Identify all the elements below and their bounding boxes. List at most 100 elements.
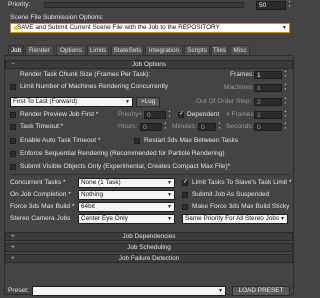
visible-objects-label: Submit Visible Objects Only (Experimenta… — [20, 163, 231, 170]
chevron-down-icon: ▼ — [125, 99, 130, 105]
minutes-label: Minutes: — [172, 123, 197, 130]
render-preview-label: Render Preview Job First * — [20, 111, 99, 118]
tab-limits[interactable]: Limits — [87, 45, 109, 55]
submission-label: Scene File Submission Options: — [10, 14, 104, 21]
load-preset-button[interactable]: LOAD PRESET — [232, 286, 290, 296]
force-build-value: 64bit — [81, 203, 95, 210]
chevron-down-icon: ▼ — [167, 204, 172, 210]
completion-dropdown[interactable]: Nothing ▼ — [78, 190, 175, 200]
job-scheduling-header[interactable]: + Job Scheduling — [5, 243, 293, 252]
task-timeout-checkbox[interactable] — [10, 124, 16, 130]
stereo-label: Stereo Camera Jobs — [10, 215, 71, 222]
frames-field[interactable]: 1 — [254, 71, 282, 79]
limit-slave-checkbox[interactable] — [182, 178, 188, 186]
tab-tiles[interactable]: Tiles — [211, 45, 228, 55]
limit-machines-label: Limit Number of Machines Rendering Concu… — [20, 83, 169, 90]
concurrent-label: Concurrent Tasks * — [10, 179, 66, 186]
priority-label: Priority: — [8, 1, 31, 8]
visible-objects-checkbox[interactable] — [10, 164, 16, 170]
chevron-down-icon: ▼ — [167, 216, 172, 222]
priority-plus-field[interactable]: 0 — [144, 111, 166, 119]
job-dependencies-header[interactable]: + Job Dependencies — [5, 232, 293, 241]
completion-label: On Job Completion * — [10, 191, 71, 198]
sequential-checkbox[interactable] — [10, 151, 16, 157]
chevron-down-icon: ▼ — [218, 288, 223, 294]
frames-pct-label: # Frames: — [226, 111, 256, 118]
frames-pct-field[interactable]: 1 — [254, 111, 282, 119]
out-of-order-label: Out Of Order Step: — [196, 98, 252, 105]
job-failure-detection-title: Job Failure Detection — [118, 255, 180, 262]
submission-dropdown[interactable]: SAVE and Submit Current Scene File with … — [10, 23, 290, 33]
seconds-field[interactable]: 0 — [254, 123, 282, 131]
expand-icon: + — [11, 255, 15, 262]
job-options-header[interactable]: − Job Options — [5, 60, 293, 69]
seconds-label: Seconds: — [226, 123, 254, 130]
tab-scripts[interactable]: Scripts — [184, 45, 210, 55]
chevron-down-icon: ▼ — [282, 25, 287, 31]
job-dependencies-title: Job Dependencies — [122, 233, 176, 240]
task-order-dropdown[interactable]: First To Last (Forward) ▼ — [10, 97, 133, 107]
restart-label: Restart 3ds Max Between Tasks — [144, 137, 239, 144]
task-order-value: First To Last (Forward) — [13, 98, 78, 105]
force-build-label: Force 3ds Max Build * — [10, 203, 75, 210]
dependent-checkbox[interactable] — [178, 110, 184, 118]
same-priority-dropdown[interactable]: Same Priority For All Stereo Jobs ▼ — [182, 214, 288, 224]
limit-machines-checkbox[interactable] — [10, 84, 16, 90]
job-scheduling-title: Job Scheduling — [127, 244, 171, 251]
tab-job[interactable]: Job — [8, 45, 24, 55]
suspended-checkbox[interactable] — [182, 192, 188, 198]
out-of-order-field[interactable]: 2 — [254, 98, 282, 106]
dependent-label: Dependent — [187, 111, 220, 118]
limit-slave-label: Limit Tasks To Slave's Task Limit * — [192, 179, 292, 186]
tab-misc[interactable]: Misc — [230, 45, 250, 55]
minutes-spinner[interactable] — [218, 121, 222, 131]
frames-spinner[interactable] — [284, 69, 288, 79]
machines-spinner[interactable] — [284, 82, 288, 92]
chevron-down-icon: ▼ — [167, 180, 172, 186]
job-options-title: Job Options — [131, 61, 167, 68]
section-divider — [10, 174, 290, 175]
tab-integration[interactable]: Integration — [145, 45, 183, 55]
make-force-checkbox[interactable] — [182, 204, 188, 210]
tab-statesets[interactable]: StateSets — [111, 45, 144, 55]
seconds-spinner[interactable] — [284, 121, 288, 131]
submission-color-indicator — [14, 26, 18, 30]
minutes-field[interactable]: 0 — [198, 123, 216, 131]
suspended-label: Submit Job As Suspended — [192, 191, 270, 198]
expand-icon: + — [11, 244, 15, 251]
machines-field[interactable]: 1 — [254, 84, 282, 92]
out-of-order-spinner[interactable] — [284, 96, 288, 106]
concurrent-value: None (1 Task) — [81, 179, 121, 186]
frames-label: Frames: — [230, 71, 255, 78]
log-button[interactable]: >Log — [136, 97, 160, 107]
auto-timeout-checkbox[interactable] — [10, 138, 16, 144]
stereo-dropdown[interactable]: Center Eye Only ▼ — [78, 214, 175, 224]
render-chunk-label: Render Task Chunk Size (Frames Per Task)… — [20, 71, 151, 78]
expand-icon: + — [11, 233, 15, 240]
auto-timeout-label: Enable Auto Task Timeout * — [20, 137, 101, 144]
render-preview-checkbox[interactable] — [10, 112, 16, 118]
task-timeout-label: Task Timeout:* — [20, 123, 64, 130]
stereo-value: Center Eye Only — [81, 215, 128, 222]
submission-dropdown-value: SAVE and Submit Current Scene File with … — [17, 24, 220, 31]
priority-spinner[interactable] — [288, 0, 292, 9]
job-failure-detection-header[interactable]: + Job Failure Detection — [5, 254, 293, 263]
frames-pct-spinner[interactable] — [284, 109, 288, 119]
hours-spinner[interactable] — [164, 121, 168, 131]
tab-render[interactable]: Render — [25, 45, 54, 55]
tab-options[interactable]: Options — [56, 45, 86, 55]
priority-field[interactable]: 50 — [256, 1, 286, 10]
preset-label: Preset: — [8, 287, 29, 294]
priority-slider[interactable] — [44, 2, 244, 8]
sequential-label: Enforce Sequential Rendering (Recommende… — [20, 150, 225, 157]
collapse-icon: − — [11, 61, 15, 68]
restart-checkbox[interactable] — [134, 138, 140, 144]
preset-dropdown[interactable]: ▼ — [32, 286, 226, 296]
hours-label: Hours: — [118, 123, 138, 130]
force-build-dropdown[interactable]: 64bit ▼ — [78, 202, 175, 212]
concurrent-dropdown[interactable]: None (1 Task) ▼ — [78, 178, 175, 188]
hours-field[interactable]: 0 — [140, 123, 162, 131]
completion-value: Nothing — [81, 191, 104, 198]
priority-plus-label: Priority+: — [118, 111, 145, 118]
priority-plus-spinner[interactable] — [168, 109, 172, 119]
